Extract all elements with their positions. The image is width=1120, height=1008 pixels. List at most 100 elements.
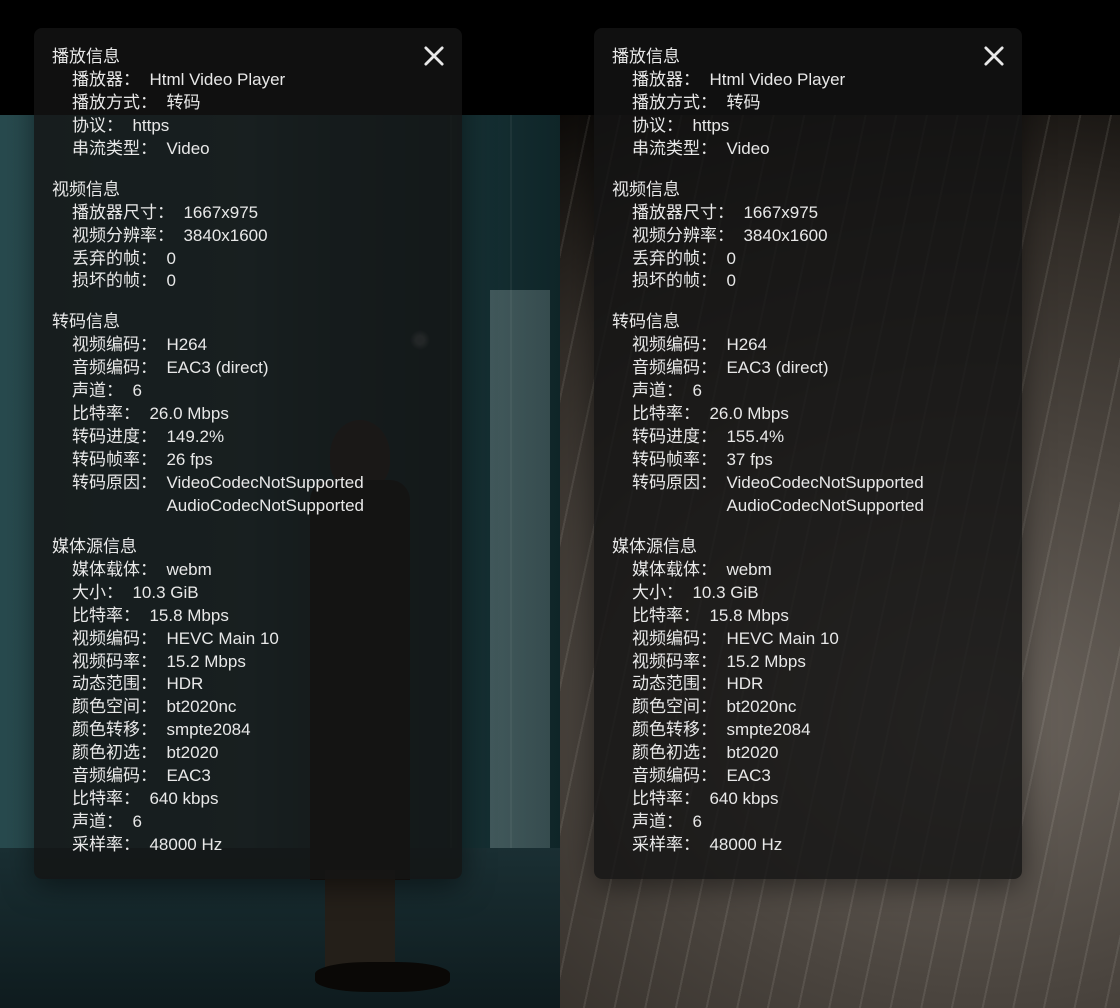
info-label: 损坏的帧 xyxy=(632,270,726,293)
info-label: 视频码率 xyxy=(72,651,166,674)
info-section: 视频信息播放器尺寸1667x975视频分辨率3840x1600丢弃的帧0损坏的帧… xyxy=(612,179,1002,294)
info-value: VideoCodecNotSupported xyxy=(726,472,923,495)
info-label: 音频编码 xyxy=(72,357,166,380)
info-value: 3840x1600 xyxy=(743,225,827,248)
info-value: 1667x975 xyxy=(743,202,818,225)
info-row: 播放方式转码 xyxy=(52,92,442,115)
section-title: 转码信息 xyxy=(612,311,1002,334)
info-label: 转码原因 xyxy=(72,472,166,495)
info-row: 转码原因VideoCodecNotSupported xyxy=(52,472,442,495)
info-label: 动态范围 xyxy=(632,673,726,696)
info-row: 比特率640 kbps xyxy=(612,788,1002,811)
info-row: 转码帧率37 fps xyxy=(612,449,1002,472)
info-row: 协议https xyxy=(52,115,442,138)
close-icon[interactable] xyxy=(420,42,448,70)
info-row: 颜色转移smpte2084 xyxy=(52,719,442,742)
info-row: 转码原因AudioCodecNotSupported xyxy=(612,495,1002,518)
info-row: 音频编码EAC3 xyxy=(52,765,442,788)
info-label: 颜色空间 xyxy=(72,696,166,719)
info-value: 48000 Hz xyxy=(149,834,222,857)
info-label: 丢弃的帧 xyxy=(72,248,166,271)
info-value: 10.3 GiB xyxy=(692,582,758,605)
section-title: 播放信息 xyxy=(52,46,442,69)
info-value: 155.4% xyxy=(726,426,784,449)
info-label: 声道 xyxy=(632,811,692,834)
info-row: 播放方式转码 xyxy=(612,92,1002,115)
info-row: 视频分辨率3840x1600 xyxy=(612,225,1002,248)
info-value: 640 kbps xyxy=(709,788,778,811)
info-value: bt2020nc xyxy=(726,696,796,719)
info-row: 音频编码EAC3 (direct) xyxy=(52,357,442,380)
section-title: 视频信息 xyxy=(612,179,1002,202)
info-label: 协议 xyxy=(632,115,692,138)
info-value: EAC3 (direct) xyxy=(166,357,268,380)
info-label: 转码帧率 xyxy=(632,449,726,472)
info-value: webm xyxy=(166,559,211,582)
info-value: bt2020nc xyxy=(166,696,236,719)
info-value: bt2020 xyxy=(166,742,218,765)
section-title: 播放信息 xyxy=(612,46,1002,69)
info-row: 视频码率15.2 Mbps xyxy=(612,651,1002,674)
info-label: 转码进度 xyxy=(632,426,726,449)
info-row: 大小10.3 GiB xyxy=(612,582,1002,605)
section-title: 转码信息 xyxy=(52,311,442,334)
info-value: 26.0 Mbps xyxy=(149,403,228,426)
info-row: 媒体载体webm xyxy=(52,559,442,582)
video-frame-right: 播放信息播放器Html Video Player播放方式转码协议https串流类… xyxy=(560,0,1120,1008)
info-label: 播放方式 xyxy=(632,92,726,115)
info-row: 协议https xyxy=(612,115,1002,138)
info-label: 播放器尺寸 xyxy=(632,202,743,225)
info-value: 37 fps xyxy=(726,449,772,472)
info-label: 动态范围 xyxy=(72,673,166,696)
video-frame-left: 播放信息播放器Html Video Player播放方式转码协议https串流类… xyxy=(0,0,560,1008)
info-row: 比特率15.8 Mbps xyxy=(612,605,1002,628)
info-label: 视频编码 xyxy=(632,628,726,651)
info-label: 比特率 xyxy=(72,605,149,628)
info-row: 音频编码EAC3 (direct) xyxy=(612,357,1002,380)
info-value: 6 xyxy=(692,811,701,834)
info-value: Html Video Player xyxy=(149,69,285,92)
info-row: 转码进度155.4% xyxy=(612,426,1002,449)
info-label: 音频编码 xyxy=(72,765,166,788)
info-label: 视频分辨率 xyxy=(72,225,183,248)
info-row: 大小10.3 GiB xyxy=(52,582,442,605)
info-row: 损坏的帧0 xyxy=(612,270,1002,293)
info-row: 比特率640 kbps xyxy=(52,788,442,811)
info-label: 大小 xyxy=(72,582,132,605)
info-value: H264 xyxy=(166,334,207,357)
info-label: 转码进度 xyxy=(72,426,166,449)
info-row: 颜色空间bt2020nc xyxy=(612,696,1002,719)
info-label: 比特率 xyxy=(72,403,149,426)
section-title: 视频信息 xyxy=(52,179,442,202)
info-row: 声道6 xyxy=(612,811,1002,834)
info-label: 串流类型 xyxy=(632,138,726,161)
info-value: 149.2% xyxy=(166,426,224,449)
info-label: 颜色空间 xyxy=(632,696,726,719)
info-value: EAC3 xyxy=(166,765,210,788)
close-icon[interactable] xyxy=(980,42,1008,70)
info-row: 采样率48000 Hz xyxy=(612,834,1002,857)
info-value: 6 xyxy=(132,380,141,403)
section-title: 媒体源信息 xyxy=(612,536,1002,559)
info-value: AudioCodecNotSupported xyxy=(726,495,924,518)
info-value: EAC3 xyxy=(726,765,770,788)
info-value: 0 xyxy=(166,270,175,293)
info-value: H264 xyxy=(726,334,767,357)
info-label: 音频编码 xyxy=(632,357,726,380)
info-value: 0 xyxy=(726,248,735,271)
info-row: 动态范围HDR xyxy=(52,673,442,696)
info-value: bt2020 xyxy=(726,742,778,765)
info-label: 协议 xyxy=(72,115,132,138)
info-value: webm xyxy=(726,559,771,582)
info-value: 26.0 Mbps xyxy=(709,403,788,426)
info-label: 颜色初选 xyxy=(632,742,726,765)
info-row: 视频编码H264 xyxy=(612,334,1002,357)
info-value: https xyxy=(132,115,169,138)
info-label: 视频码率 xyxy=(632,651,726,674)
info-label: 串流类型 xyxy=(72,138,166,161)
info-label: 损坏的帧 xyxy=(72,270,166,293)
info-label: 播放器 xyxy=(72,69,149,92)
info-section: 转码信息视频编码H264音频编码EAC3 (direct)声道6比特率26.0 … xyxy=(612,311,1002,517)
info-row: 颜色空间bt2020nc xyxy=(52,696,442,719)
info-row: 转码原因AudioCodecNotSupported xyxy=(52,495,442,518)
